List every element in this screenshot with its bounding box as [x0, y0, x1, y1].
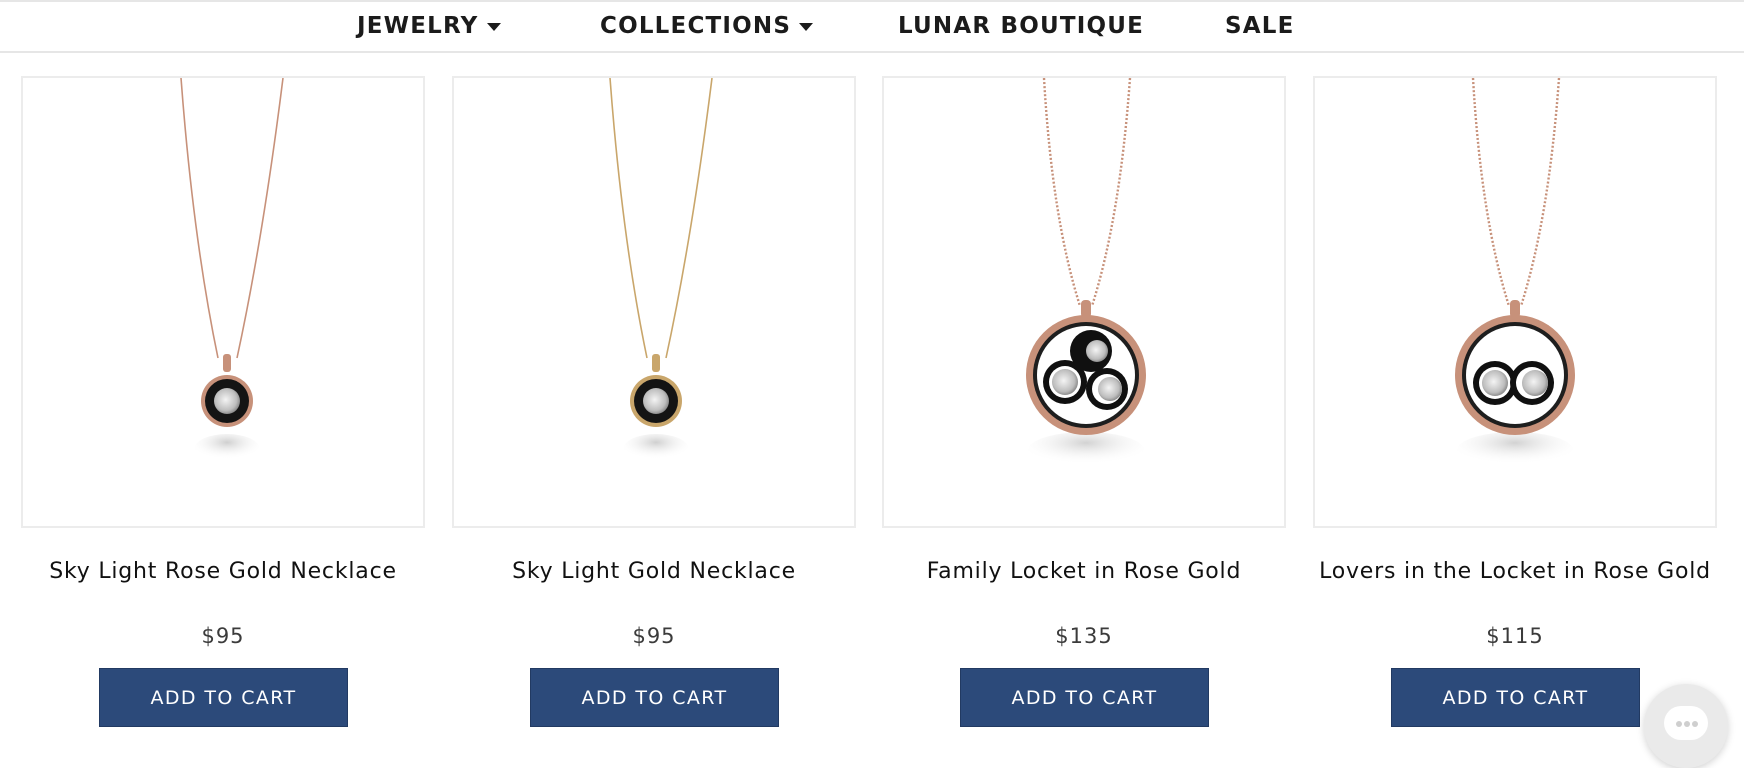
product-price: $115	[1486, 624, 1544, 648]
product-image-link[interactable]	[21, 76, 425, 528]
rose-gold-lovers-locket-image	[1455, 78, 1575, 468]
product-title[interactable]: Sky Light Gold Necklace	[452, 558, 856, 586]
product-title[interactable]: Lovers in the Locket in Rose Gold	[1313, 558, 1717, 586]
nav-item-collections[interactable]: COLLECTIONS	[600, 13, 814, 39]
add-to-cart-button[interactable]: ADD TO CART	[1391, 668, 1640, 727]
rose-gold-family-locket-image	[1026, 78, 1146, 468]
product-image-link[interactable]	[1313, 76, 1717, 528]
product-title[interactable]: Sky Light Rose Gold Necklace	[21, 558, 425, 586]
chevron-down-icon	[799, 23, 814, 31]
gold-pendant-image	[609, 78, 713, 462]
nav-item-lunar-boutique[interactable]: LUNAR BOUTIQUE	[898, 13, 1144, 39]
chat-widget-button[interactable]	[1644, 684, 1728, 768]
rose-gold-pendant-image	[180, 78, 284, 462]
nav-item-label: JEWELRY	[357, 13, 479, 39]
nav-item-label: COLLECTIONS	[600, 13, 792, 39]
nav-item-label: LUNAR BOUTIQUE	[898, 13, 1145, 39]
top-navigation: JEWELRY COLLECTIONS LUNAR BOUTIQUE SALE	[0, 0, 1744, 53]
product-price: $135	[1055, 624, 1113, 648]
chat-dot-icon	[1676, 721, 1682, 727]
add-to-cart-button[interactable]: ADD TO CART	[99, 668, 348, 727]
nav-item-label: SALE	[1225, 13, 1295, 39]
chat-dot-icon	[1684, 721, 1690, 727]
add-to-cart-button[interactable]: ADD TO CART	[530, 668, 779, 727]
nav-item-jewelry[interactable]: JEWELRY	[357, 13, 501, 39]
chat-dot-icon	[1692, 721, 1698, 727]
add-to-cart-button[interactable]: ADD TO CART	[960, 668, 1209, 727]
product-price: $95	[201, 624, 245, 648]
chevron-down-icon	[486, 23, 501, 31]
product-image-link[interactable]	[882, 76, 1286, 528]
product-title[interactable]: Family Locket in Rose Gold	[882, 558, 1286, 586]
nav-item-sale[interactable]: SALE	[1225, 13, 1295, 39]
product-price: $95	[632, 624, 676, 648]
product-image-link[interactable]	[452, 76, 856, 528]
